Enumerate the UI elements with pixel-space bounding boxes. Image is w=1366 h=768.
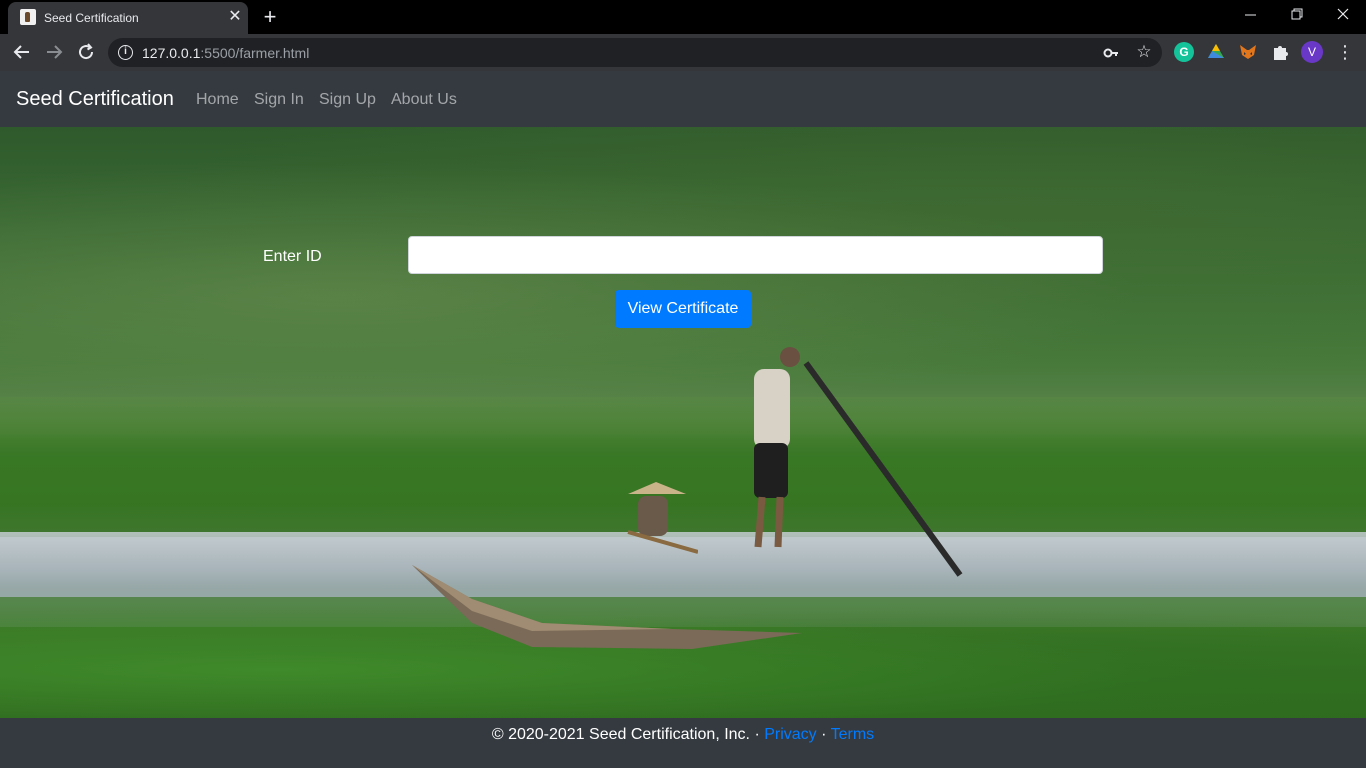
profile-avatar[interactable]: V [1301, 41, 1323, 63]
nav-link-about-us[interactable]: About Us [391, 91, 457, 109]
url-text: 127.0.0.1:5500/farmer.html [142, 45, 310, 61]
browser-tab-strip: Seed Certification ✕ + [0, 0, 1366, 34]
favicon-icon [20, 9, 36, 25]
tab-close-icon[interactable]: ✕ [226, 8, 244, 26]
nav-link-sign-up[interactable]: Sign Up [319, 91, 376, 109]
hero-background-image: Enter ID View Certificate [0, 127, 1366, 718]
id-input[interactable] [408, 236, 1103, 274]
address-bar[interactable]: i 127.0.0.1:5500/farmer.html ☆ [108, 38, 1162, 67]
navbar-brand[interactable]: Seed Certification [16, 88, 174, 111]
seated-person-image [627, 482, 698, 554]
tab-title: Seed Certification [44, 11, 139, 25]
web-page: Seed Certification Home Sign In Sign Up … [0, 71, 1366, 768]
bookmark-star-icon[interactable]: ☆ [1134, 42, 1154, 62]
new-tab-icon[interactable]: + [258, 6, 282, 28]
nav-link-sign-in[interactable]: Sign In [254, 91, 304, 109]
nav-link-home[interactable]: Home [196, 91, 239, 109]
minimize-button[interactable] [1228, 0, 1274, 30]
site-info-icon[interactable]: i [118, 45, 133, 60]
restore-button[interactable] [1274, 0, 1320, 30]
drive-extension-icon[interactable] [1206, 42, 1226, 62]
browser-menu-icon[interactable]: ⋮ [1336, 41, 1354, 63]
back-arrow-icon[interactable] [10, 40, 34, 64]
window-close-button[interactable] [1320, 0, 1366, 30]
copyright-text: © 2020-2021 Seed Certification, Inc. · [491, 726, 765, 743]
standing-rower-image [754, 347, 963, 577]
footer: © 2020-2021 Seed Certification, Inc. · P… [0, 718, 1366, 768]
footer-text: © 2020-2021 Seed Certification, Inc. · P… [0, 726, 1366, 744]
forward-arrow-icon[interactable] [42, 40, 66, 64]
key-icon[interactable] [1102, 44, 1120, 62]
metamask-fox-icon[interactable] [1238, 42, 1258, 62]
browser-tab[interactable]: Seed Certification ✕ [8, 2, 248, 34]
extensions-puzzle-icon[interactable] [1270, 42, 1290, 62]
privacy-link[interactable]: Privacy [764, 726, 816, 743]
terms-link[interactable]: Terms [831, 726, 875, 743]
reload-icon[interactable] [74, 40, 98, 64]
navbar: Seed Certification Home Sign In Sign Up … [0, 71, 1366, 127]
browser-toolbar: i 127.0.0.1:5500/farmer.html ☆ G V ⋮ [0, 34, 1366, 71]
footer-separator: · [816, 726, 831, 743]
enter-id-label: Enter ID [263, 248, 322, 265]
grammarly-extension-icon[interactable]: G [1174, 42, 1194, 62]
view-certificate-button[interactable]: View Certificate [615, 290, 751, 328]
